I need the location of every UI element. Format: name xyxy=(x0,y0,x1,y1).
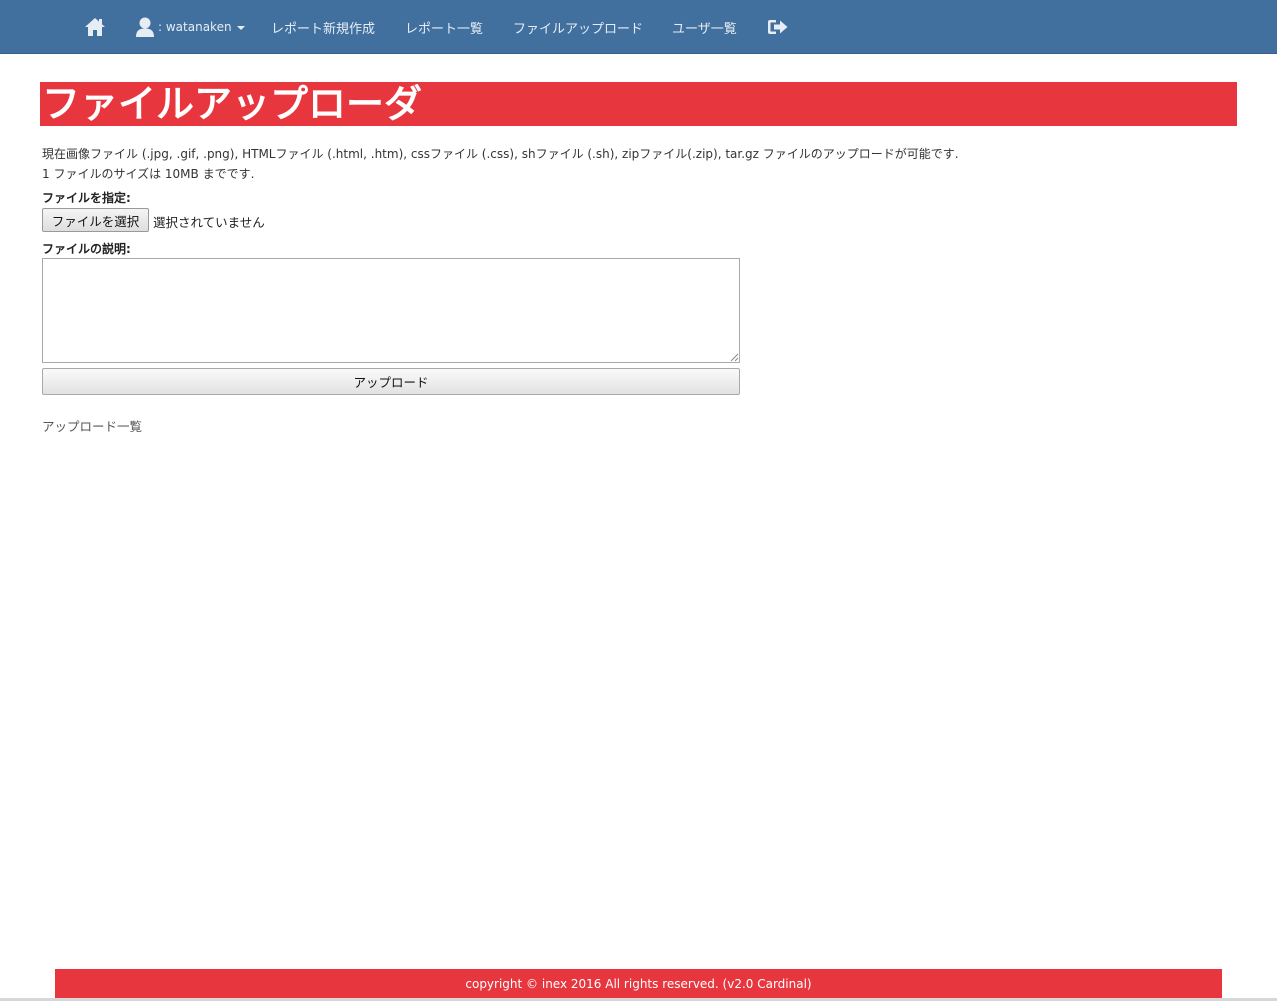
nav-logout[interactable] xyxy=(767,0,789,54)
description-textarea[interactable] xyxy=(42,258,740,363)
nav-file-upload[interactable]: ファイルアップロード xyxy=(513,0,643,54)
sign-out-icon xyxy=(768,20,788,34)
resize-grip-icon[interactable] xyxy=(729,352,739,362)
nav-report-list[interactable]: レポート一覧 xyxy=(405,0,483,54)
nav-user-dropdown[interactable]: : watanaken xyxy=(135,0,245,54)
nav-user-label: : watanaken xyxy=(158,20,232,34)
description-field-label: ファイルの説明: xyxy=(42,242,131,256)
page-title: ファイルアップローダ xyxy=(40,82,1237,126)
choose-file-button[interactable]: ファイルを選択 xyxy=(42,208,149,232)
file-field-label: ファイルを指定: xyxy=(42,191,131,205)
upload-description-line2: 1 ファイルのサイズは 10MB までです. xyxy=(42,167,255,181)
nav-report-new[interactable]: レポート新規作成 xyxy=(271,0,375,54)
user-icon xyxy=(136,17,154,37)
file-status-text: 選択されていません xyxy=(153,215,265,230)
upload-list-link[interactable]: アップロード一覧 xyxy=(42,416,142,435)
nav-home[interactable] xyxy=(84,0,106,54)
footer: copyright © inex 2016 All rights reserve… xyxy=(55,969,1222,999)
footer-copyright: copyright © inex 2016 All rights reserve… xyxy=(465,977,812,991)
home-icon xyxy=(85,18,105,36)
chevron-down-icon xyxy=(236,26,245,30)
nav-user-list[interactable]: ユーザ一覧 xyxy=(672,0,737,54)
upload-button[interactable]: アップロード xyxy=(42,368,740,395)
upload-description-line1: 現在画像ファイル (.jpg, .gif, .png), HTMLファイル (.… xyxy=(42,147,959,161)
top-navbar: : watanaken レポート新規作成 レポート一覧 ファイルアップロード ユ… xyxy=(0,0,1277,54)
